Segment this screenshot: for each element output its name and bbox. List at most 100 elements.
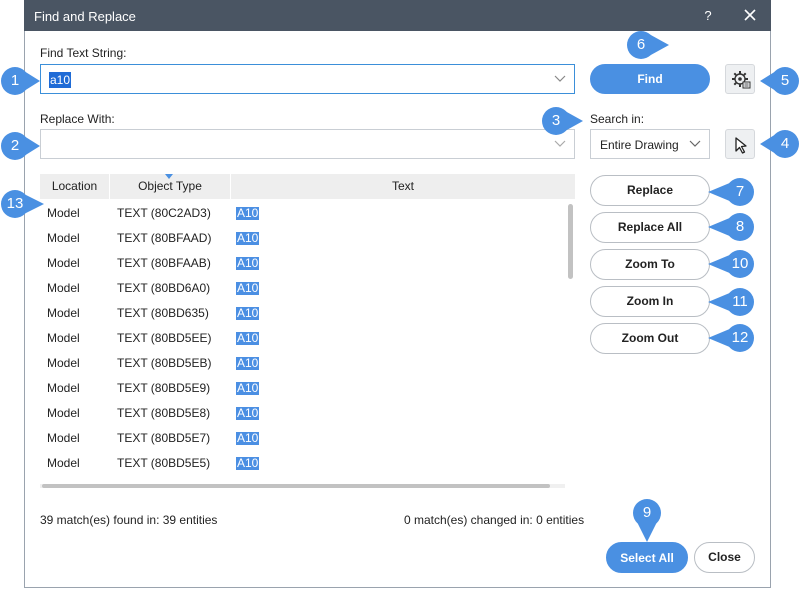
cell-location: Model (47, 231, 80, 245)
close-button[interactable]: Close (694, 542, 755, 573)
close-window-button[interactable] (736, 0, 764, 31)
vertical-scrollbar[interactable] (568, 204, 573, 279)
replace-button[interactable]: Replace (590, 175, 710, 206)
cell-object-type: TEXT (80BD5EE) (117, 331, 212, 345)
cell-location: Model (47, 256, 80, 270)
cell-text: A10 (236, 381, 260, 395)
cell-object-type: TEXT (80BD635) (117, 306, 209, 320)
table-row[interactable]: Model TEXT (80C2AD3) A10 (40, 201, 570, 226)
cell-text: A10 (236, 231, 260, 245)
cell-object-type: TEXT (80BD5E7) (117, 431, 211, 445)
cell-text: A10 (236, 456, 260, 470)
cell-location: Model (47, 306, 80, 320)
cell-object-type: TEXT (80BD5E9) (117, 381, 211, 395)
callout-6-label: 6 (636, 36, 646, 53)
cell-text: A10 (236, 256, 260, 270)
callout-11-label: 11 (732, 293, 748, 310)
table-row[interactable]: Model TEXT (80BD5E5) A10 (40, 451, 570, 476)
help-button[interactable]: ? (694, 0, 722, 31)
title-bar: Find and Replace ? (24, 0, 771, 31)
table-row[interactable]: Model TEXT (80BD5E7) A10 (40, 426, 570, 451)
settings-gear-icon (732, 71, 751, 89)
changed-status: 0 match(es) changed in: 0 entities (404, 513, 585, 527)
horizontal-scrollbar[interactable] (42, 484, 550, 488)
cell-object-type: TEXT (80BD5E8) (117, 406, 211, 420)
table-header: Location Object Type Text (40, 174, 575, 199)
callout-7: 7 (706, 177, 758, 207)
cell-text: A10 (236, 406, 260, 420)
cell-text: A10 (236, 331, 260, 345)
callout-2-label: 2 (10, 137, 20, 154)
find-text-value[interactable]: a10 (49, 72, 72, 88)
callout-4-label: 4 (780, 135, 790, 152)
callout-4: 4 (758, 129, 800, 159)
callout-2: 2 (0, 131, 40, 161)
callout-9: 9 (632, 498, 662, 544)
callout-5-label: 5 (780, 72, 790, 89)
cell-object-type: TEXT (80BD6A0) (117, 281, 211, 295)
results-table[interactable]: Location Object Type Text Model TEXT (80… (40, 174, 575, 490)
cell-text: A10 (236, 206, 260, 220)
find-button[interactable]: Find (590, 64, 710, 94)
select-all-button[interactable]: Select All (606, 542, 688, 573)
callout-12: 12 (706, 323, 758, 353)
table-row[interactable]: Model TEXT (80BFAAD) A10 (40, 226, 570, 251)
replace-label: Replace With: (40, 112, 115, 126)
cell-location: Model (47, 206, 80, 220)
cell-location: Model (47, 431, 80, 445)
sort-indicator-icon (165, 174, 173, 179)
table-row[interactable]: Model TEXT (80BD5E9) A10 (40, 376, 570, 401)
chevron-down-icon[interactable] (554, 75, 566, 83)
cell-location: Model (47, 381, 80, 395)
callout-7-label: 7 (735, 183, 745, 200)
find-text-combobox[interactable]: a10 (40, 64, 575, 94)
cell-object-type: TEXT (80BFAAB) (117, 256, 211, 270)
table-row[interactable]: Model TEXT (80BD6A0) A10 (40, 276, 570, 301)
cell-location: Model (47, 281, 80, 295)
search-in-value: Entire Drawing (600, 138, 679, 152)
cell-object-type: TEXT (80C2AD3) (117, 206, 211, 220)
cell-text: A10 (236, 306, 260, 320)
callout-10: 10 (706, 249, 758, 279)
replace-all-button[interactable]: Replace All (590, 212, 710, 243)
table-row[interactable]: Model TEXT (80BD635) A10 (40, 301, 570, 326)
found-status: 39 match(es) found in: 39 entities (40, 513, 218, 527)
cell-location: Model (47, 456, 80, 470)
window-title: Find and Replace (34, 9, 136, 24)
callout-9-label: 9 (642, 504, 652, 521)
cell-text: A10 (236, 431, 260, 445)
callout-1-label: 1 (10, 72, 20, 89)
cell-location: Model (47, 406, 80, 420)
cell-object-type: TEXT (80BD5EB) (117, 356, 212, 370)
table-row[interactable]: Model TEXT (80BFAAB) A10 (40, 251, 570, 276)
callout-3-label: 3 (551, 112, 561, 129)
zoom-out-button[interactable]: Zoom Out (590, 323, 710, 354)
cell-location: Model (47, 356, 80, 370)
close-icon (744, 9, 756, 21)
select-entities-button[interactable] (725, 129, 755, 159)
zoom-to-button[interactable]: Zoom To (590, 249, 710, 280)
cell-text: A10 (236, 356, 260, 370)
callout-8: 8 (706, 212, 758, 242)
table-row[interactable]: Model TEXT (80BD5EB) A10 (40, 351, 570, 376)
chevron-down-icon[interactable] (554, 140, 566, 148)
find-settings-button[interactable] (725, 64, 755, 94)
callout-5: 5 (758, 66, 800, 96)
column-header-text[interactable]: Text (230, 174, 575, 199)
search-in-dropdown[interactable]: Entire Drawing (590, 129, 710, 159)
column-header-location[interactable]: Location (40, 174, 109, 199)
replace-with-combobox[interactable] (40, 129, 575, 159)
zoom-in-button[interactable]: Zoom In (590, 286, 710, 317)
table-row[interactable]: Model TEXT (80BD5E8) A10 (40, 401, 570, 426)
table-row[interactable]: Model TEXT (80BD5EE) A10 (40, 326, 570, 351)
callout-10-label: 10 (731, 255, 749, 272)
select-pointer-icon (735, 137, 747, 154)
callout-1: 1 (0, 66, 40, 96)
cell-object-type: TEXT (80BFAAD) (117, 231, 212, 245)
callout-3: 3 (541, 106, 583, 136)
cell-object-type: TEXT (80BD5E5) (117, 456, 211, 470)
callout-13-label: 13 (6, 195, 24, 212)
chevron-down-icon (689, 140, 701, 147)
search-in-label: Search in: (590, 112, 645, 126)
callout-6: 6 (623, 30, 671, 60)
